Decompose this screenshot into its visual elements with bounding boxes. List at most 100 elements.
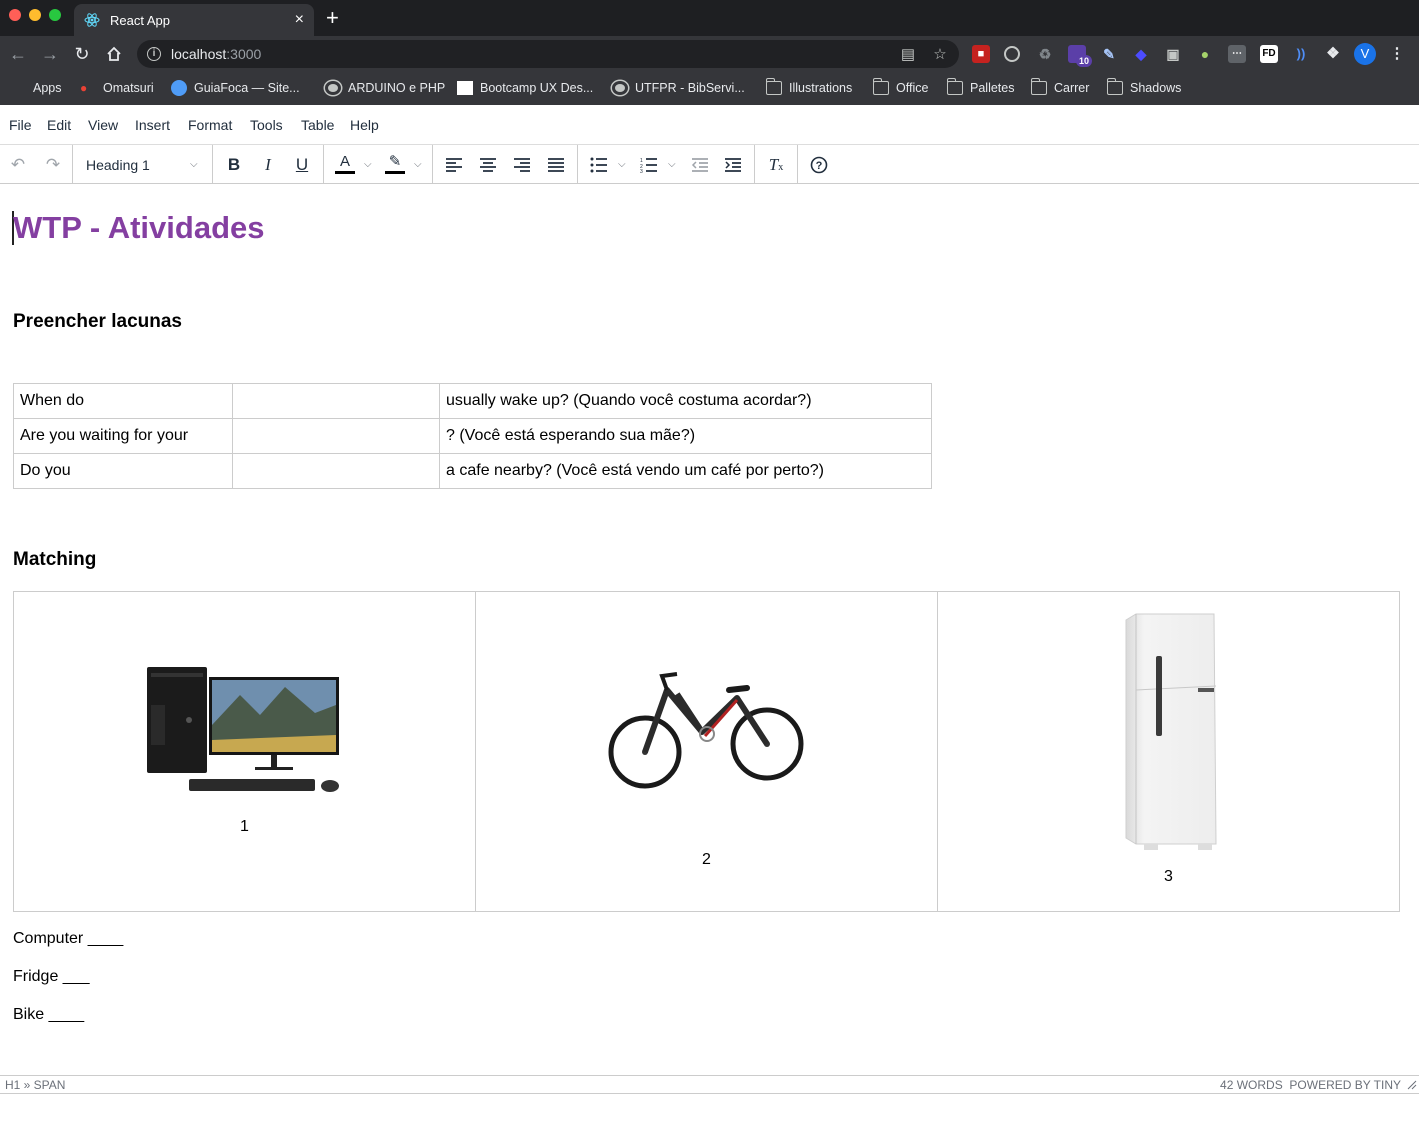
- reload-icon[interactable]: ↻: [72, 44, 92, 64]
- table-cell-bike[interactable]: 2: [475, 591, 938, 912]
- bookmark-arduino[interactable]: ARDUINO e PHP: [325, 78, 445, 98]
- back-arrow-icon[interactable]: ←: [8, 44, 28, 64]
- numbered-list-icon[interactable]: 123: [639, 153, 659, 177]
- answer-line-bike: Bike ____: [13, 1006, 85, 1023]
- extension-waves-icon[interactable]: )): [1292, 45, 1310, 63]
- align-left-icon[interactable]: [444, 153, 464, 177]
- bookmark-guiafoca[interactable]: GuiaFoca — Site...: [171, 78, 300, 98]
- section-heading-matching: Matching: [13, 549, 97, 570]
- bookmark-star-icon[interactable]: ☆: [931, 46, 949, 64]
- folder-icon: [872, 78, 889, 95]
- refrigerator-image[interactable]: [1118, 612, 1228, 852]
- table-cell-computer[interactable]: 1: [13, 591, 476, 912]
- bookmark-folder-carrer[interactable]: Carrer: [1030, 78, 1089, 98]
- table-cell[interactable]: ? (Você está esperando sua mãe?): [439, 418, 932, 454]
- editor-statusbar: H1 » SPAN 42 WORDS POWERED BY TINY: [0, 1075, 1419, 1094]
- bookmark-folder-office[interactable]: Office: [872, 78, 928, 98]
- answer-line-computer: Computer ____: [13, 930, 124, 947]
- bookmark-omatsuri[interactable]: ● Omatsuri: [80, 78, 154, 98]
- chevron-down-icon[interactable]: ⌵: [414, 153, 422, 177]
- bookmark-utfpr[interactable]: UTFPR - BibServi...: [612, 78, 745, 98]
- word-count[interactable]: 42 WORDS: [1220, 1078, 1283, 1092]
- element-path[interactable]: H1 » SPAN: [5, 1078, 65, 1092]
- zoom-window-button[interactable]: [49, 9, 61, 21]
- profile-avatar[interactable]: V: [1354, 43, 1376, 65]
- extension-diamond-icon[interactable]: ◆: [1132, 45, 1150, 63]
- help-icon[interactable]: ?: [809, 153, 829, 177]
- browser-menu-icon[interactable]: ⋮: [1388, 45, 1406, 63]
- table-cell-fridge[interactable]: 3: [937, 591, 1400, 912]
- menu-table[interactable]: Table: [301, 117, 334, 133]
- bookmark-folder-shadows[interactable]: Shadows: [1106, 78, 1181, 98]
- chevron-down-icon[interactable]: ⌵: [364, 153, 372, 177]
- chevron-down-icon[interactable]: ⌵: [668, 153, 676, 177]
- menu-file[interactable]: File: [9, 117, 32, 133]
- extension-red-icon[interactable]: ■: [972, 45, 990, 63]
- outdent-icon[interactable]: [690, 153, 710, 177]
- address-bar[interactable]: i localhost:3000 ▤ ☆: [137, 40, 959, 68]
- image-number-1: 1: [240, 818, 249, 835]
- extension-pen-icon[interactable]: ✎: [1100, 45, 1118, 63]
- editor-content[interactable]: WTP - Atividades Preencher lacunas When …: [0, 184, 1419, 1075]
- folder-icon: [1030, 78, 1047, 95]
- table-cell[interactable]: a cafe nearby? (Você está vendo um café …: [439, 453, 932, 489]
- bookmark-folder-illustrations[interactable]: Illustrations: [765, 78, 852, 98]
- matching-table[interactable]: 1 2 3: [13, 591, 1400, 912]
- powered-by-link[interactable]: POWERED BY TINY: [1289, 1078, 1401, 1092]
- extensions-puzzle-icon[interactable]: ❖: [1324, 45, 1342, 63]
- home-icon[interactable]: [104, 44, 124, 64]
- chevron-down-icon[interactable]: ⌵: [618, 153, 626, 177]
- menu-format[interactable]: Format: [188, 117, 232, 133]
- clear-formatting-icon[interactable]: Tx: [766, 153, 786, 177]
- align-center-icon[interactable]: [478, 153, 498, 177]
- table-cell[interactable]: Are you waiting for your: [13, 418, 233, 454]
- translate-icon[interactable]: ▤: [899, 46, 917, 64]
- redo-icon[interactable]: ↷: [43, 153, 63, 177]
- desktop-computer-image[interactable]: [145, 665, 345, 801]
- minimize-window-button[interactable]: [29, 9, 41, 21]
- text-color-icon[interactable]: A: [334, 153, 356, 177]
- undo-icon[interactable]: ↶: [8, 153, 28, 177]
- highlight-color-icon[interactable]: ✎: [384, 153, 406, 177]
- table-cell[interactable]: [232, 418, 440, 454]
- fill-gaps-table[interactable]: When do usually wake up? (Quando você co…: [13, 383, 932, 489]
- close-tab-icon[interactable]: ×: [295, 12, 304, 28]
- site-info-icon[interactable]: i: [147, 47, 161, 61]
- bicycle-image[interactable]: [607, 672, 807, 802]
- italic-icon[interactable]: I: [258, 153, 278, 177]
- menu-tools[interactable]: Tools: [250, 117, 283, 133]
- extension-recycle-icon[interactable]: ♻: [1036, 45, 1054, 63]
- table-cell[interactable]: [232, 383, 440, 419]
- menu-insert[interactable]: Insert: [135, 117, 170, 133]
- resize-handle-icon[interactable]: [1407, 1080, 1417, 1090]
- new-tab-button[interactable]: +: [326, 6, 339, 30]
- close-window-button[interactable]: [9, 9, 21, 21]
- bookmark-apps[interactable]: Apps: [10, 78, 62, 98]
- bookmark-folder-palletes[interactable]: Palletes: [946, 78, 1014, 98]
- table-cell[interactable]: [232, 453, 440, 489]
- table-cell[interactable]: usually wake up? (Quando você costuma ac…: [439, 383, 932, 419]
- forward-arrow-icon[interactable]: →: [40, 44, 60, 64]
- table-cell[interactable]: Do you: [13, 453, 233, 489]
- align-justify-icon[interactable]: [546, 153, 566, 177]
- extension-bulb-icon[interactable]: ●: [1196, 45, 1214, 63]
- extension-dots-icon[interactable]: ⋯: [1228, 45, 1246, 63]
- underline-icon[interactable]: U: [292, 153, 312, 177]
- chevron-down-icon[interactable]: ⌵: [190, 153, 198, 177]
- indent-icon[interactable]: [723, 153, 743, 177]
- menu-view[interactable]: View: [88, 117, 118, 133]
- extension-camera-icon[interactable]: ▣: [1164, 45, 1182, 63]
- bookmark-bootcamp[interactable]: Bootcamp UX Des...: [457, 78, 593, 98]
- align-right-icon[interactable]: [512, 153, 532, 177]
- bold-icon[interactable]: B: [224, 153, 244, 177]
- extension-fd-icon[interactable]: FD: [1260, 45, 1278, 63]
- extension-target-icon[interactable]: [1004, 46, 1020, 62]
- bullet-list-icon[interactable]: [589, 153, 609, 177]
- menu-edit[interactable]: Edit: [47, 117, 71, 133]
- table-cell[interactable]: When do: [13, 383, 233, 419]
- menu-help[interactable]: Help: [350, 117, 379, 133]
- block-format-select[interactable]: Heading 1: [86, 153, 204, 177]
- browser-tab[interactable]: React App ×: [74, 4, 314, 36]
- section-heading-gaps: Preencher lacunas: [13, 311, 182, 332]
- folder-icon: [765, 78, 782, 95]
